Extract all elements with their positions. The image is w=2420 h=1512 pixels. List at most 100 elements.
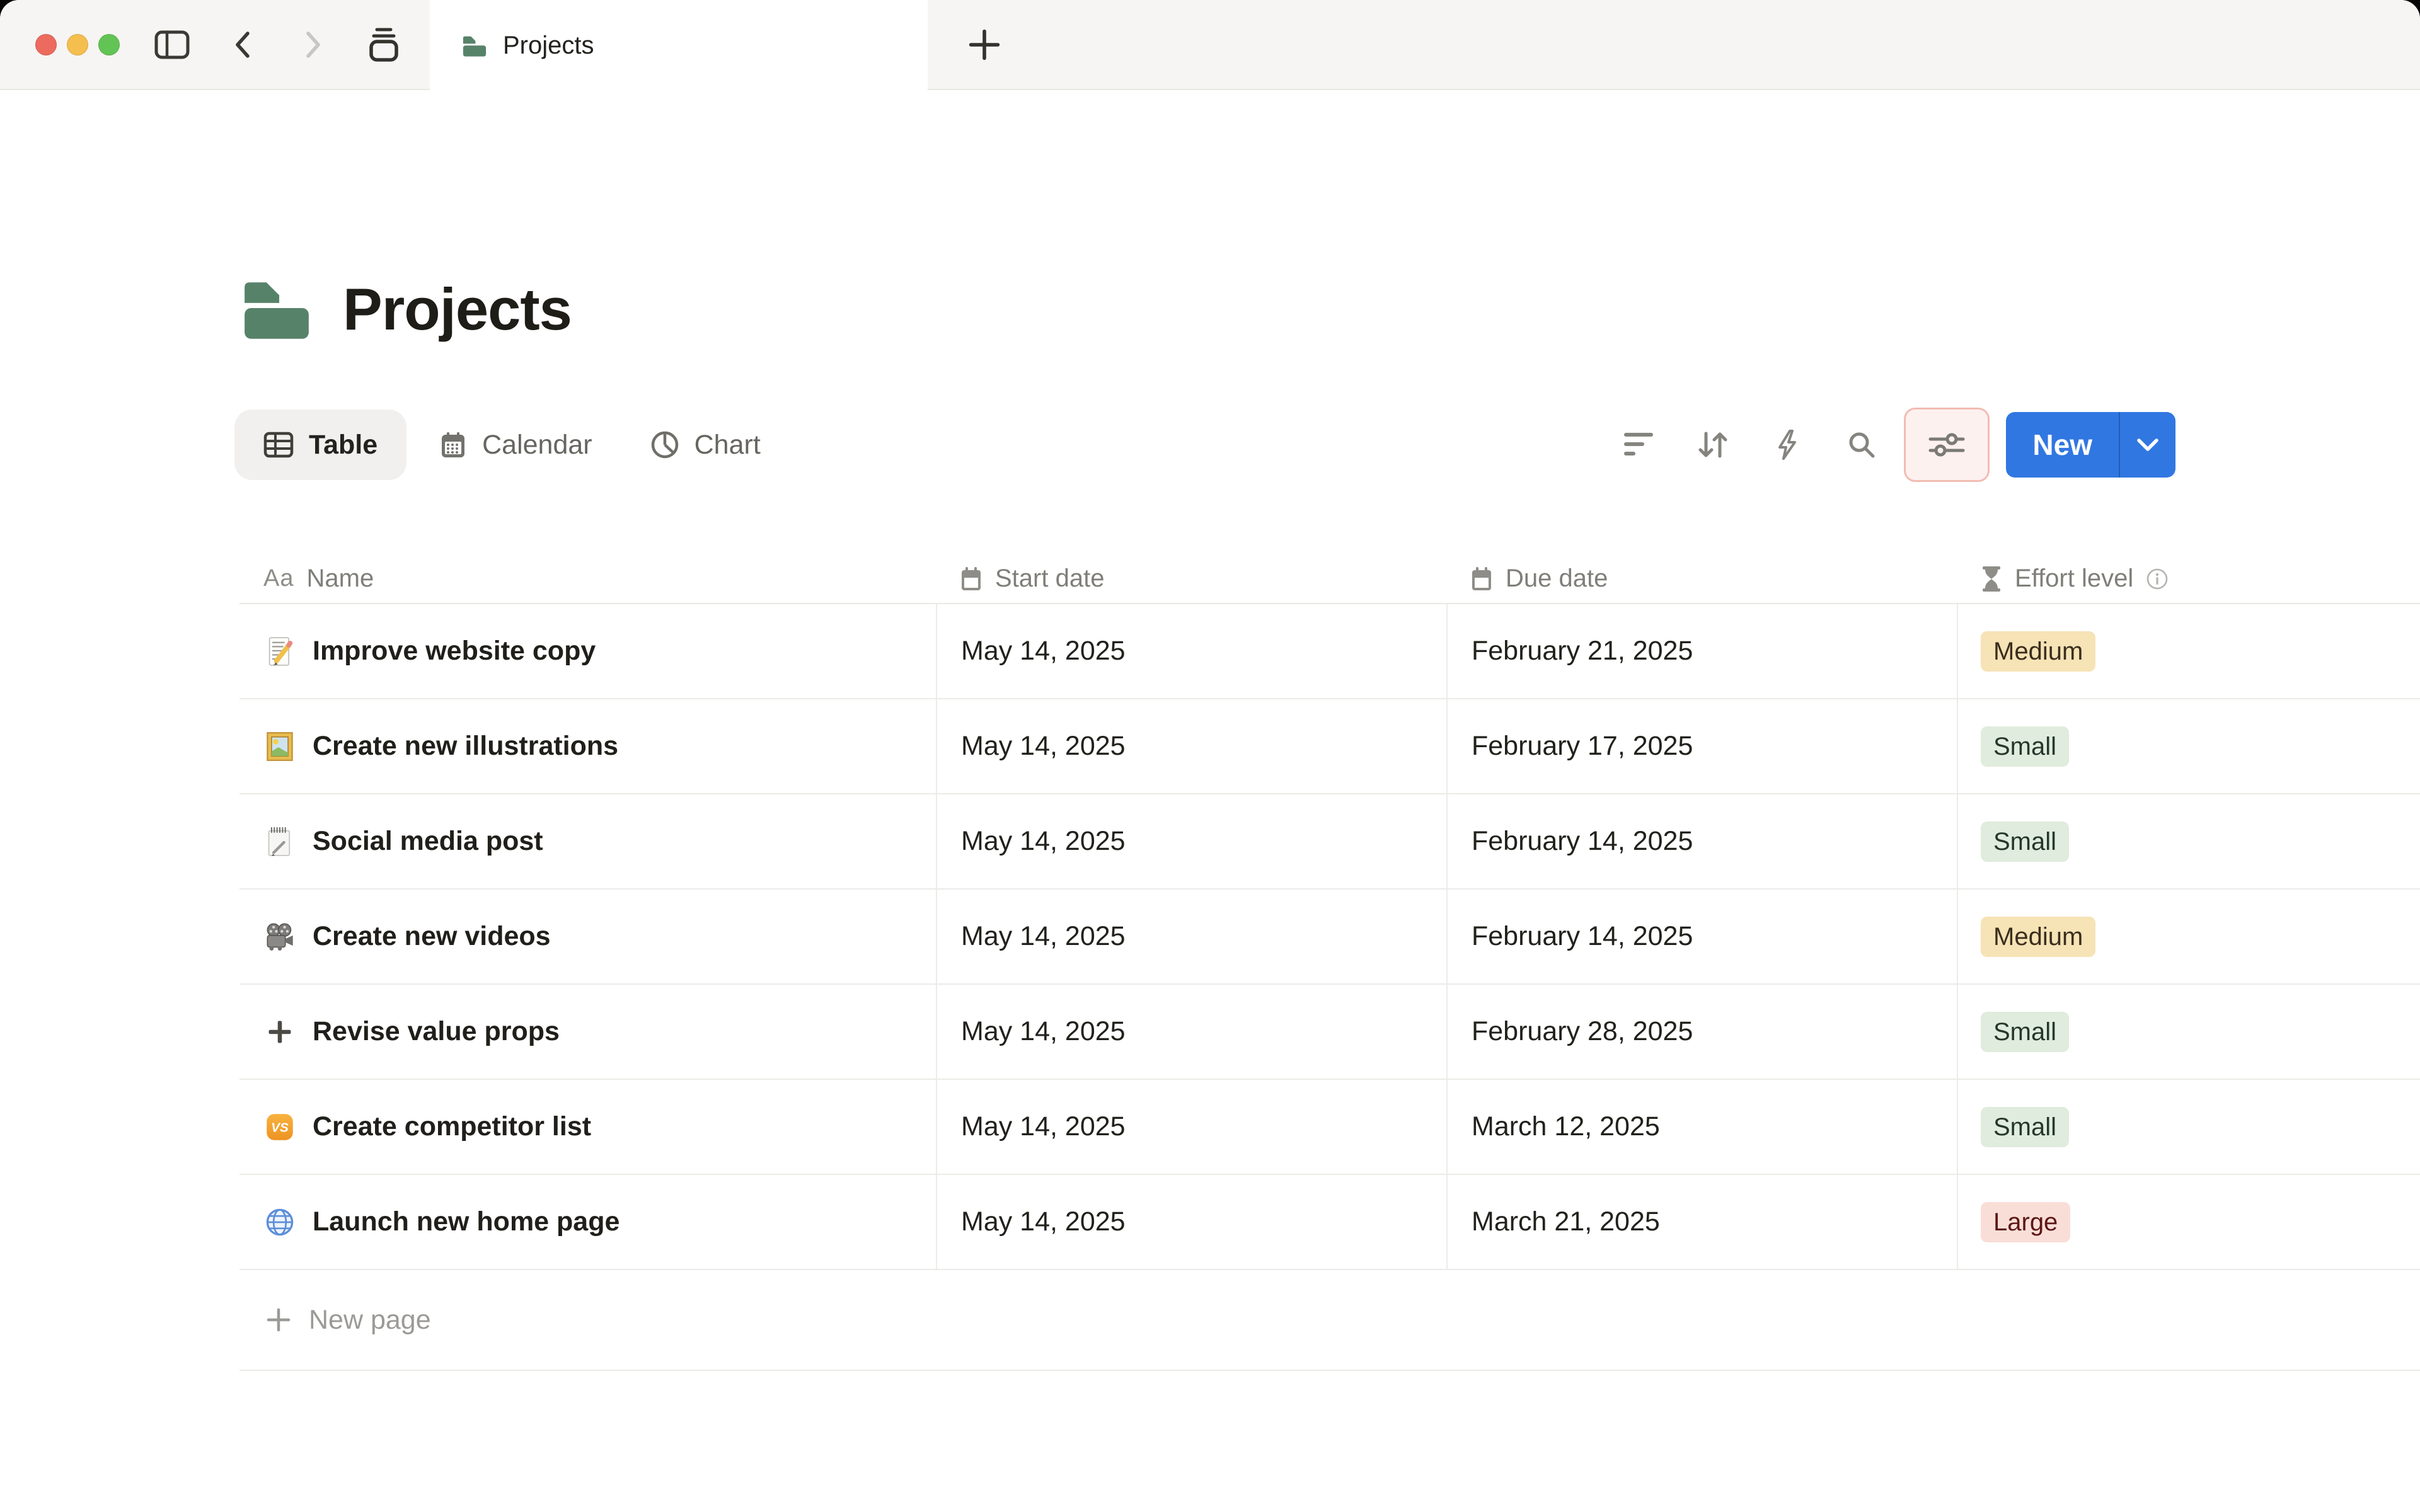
- start-date-cell[interactable]: May 14, 2025: [936, 794, 1446, 888]
- effort-level-cell[interactable]: Small: [1957, 794, 2420, 888]
- tab-bar: Projects: [0, 0, 2420, 91]
- sidebar-toggle-button[interactable]: [154, 26, 190, 63]
- column-label: Effort level: [2015, 564, 2134, 592]
- column-header-due-date[interactable]: Due date: [1446, 554, 1957, 603]
- name-cell[interactable]: Social media post: [239, 794, 936, 888]
- table-row[interactable]: Create new illustrations May 14, 2025 Fe…: [239, 699, 2420, 794]
- tab-calendar-view[interactable]: Calendar: [439, 430, 592, 461]
- start-date-cell[interactable]: May 14, 2025: [936, 699, 1446, 793]
- effort-level-cell[interactable]: Small: [1957, 699, 2420, 793]
- framed-picture-icon: [265, 731, 295, 762]
- effort-badge: Large: [1981, 1201, 2071, 1242]
- table-body: Improve website copy May 14, 2025 Februa…: [239, 604, 2420, 1270]
- name-cell[interactable]: Create new videos: [239, 890, 936, 983]
- row-title: Launch new home page: [313, 1206, 620, 1237]
- start-date-cell[interactable]: May 14, 2025: [936, 1175, 1446, 1269]
- column-label: Start date: [995, 564, 1105, 592]
- effort-level-cell[interactable]: Small: [1957, 1080, 2420, 1174]
- folder-icon[interactable]: [239, 276, 314, 343]
- minimize-window-button[interactable]: [67, 33, 88, 55]
- start-date-cell[interactable]: May 14, 2025: [936, 1080, 1446, 1174]
- calendar-icon: [960, 566, 982, 592]
- calendar-icon: [1470, 566, 1493, 592]
- app-window: Projects Projects Table Calendar Chart N…: [0, 0, 2420, 1512]
- start-date-cell[interactable]: May 14, 2025: [936, 604, 1446, 698]
- start-date-cell[interactable]: May 14, 2025: [936, 890, 1446, 983]
- back-button[interactable]: [224, 26, 261, 63]
- due-date-cell[interactable]: February 21, 2025: [1446, 604, 1957, 698]
- column-label: Name: [306, 564, 374, 592]
- effort-level-cell[interactable]: Large: [1957, 1175, 2420, 1269]
- window-controls: [35, 33, 120, 55]
- due-date-cell[interactable]: February 14, 2025: [1446, 794, 1957, 888]
- chevron-down-icon: [2136, 437, 2159, 452]
- search-button[interactable]: [1842, 425, 1881, 464]
- text-aa-icon: Aa: [263, 565, 294, 592]
- effort-level-cell[interactable]: Medium: [1957, 604, 2420, 698]
- effort-badge: Small: [1981, 726, 2070, 767]
- tab-label: Projects: [503, 32, 594, 59]
- table-row[interactable]: Social media post May 14, 2025 February …: [239, 794, 2420, 890]
- automation-button[interactable]: [1768, 425, 1807, 464]
- name-cell[interactable]: Improve website copy: [239, 604, 936, 698]
- due-date-cell[interactable]: February 28, 2025: [1446, 985, 1957, 1079]
- plus-icon: [265, 1306, 292, 1334]
- row-title: Improve website copy: [313, 636, 596, 666]
- movie-camera-icon: [265, 922, 295, 952]
- effort-badge: Small: [1981, 821, 2070, 862]
- name-cell[interactable]: Revise value props: [239, 985, 936, 1079]
- tab-projects[interactable]: Projects: [430, 0, 928, 91]
- view-settings-button[interactable]: [1904, 408, 1990, 482]
- new-button-group: New: [2006, 412, 2175, 478]
- info-icon[interactable]: [2146, 568, 2169, 590]
- tab-table-view[interactable]: Table: [234, 410, 407, 480]
- projects-table: Aa Name Start date Due date Effort level…: [239, 554, 2420, 1371]
- effort-badge: Small: [1981, 1106, 2070, 1147]
- memo-icon: [265, 636, 295, 667]
- name-cell[interactable]: Create new illustrations: [239, 699, 936, 793]
- page-title[interactable]: Projects: [343, 275, 572, 343]
- sort-button[interactable]: [1693, 425, 1732, 464]
- effort-level-cell[interactable]: Medium: [1957, 890, 2420, 983]
- column-header-effort-level[interactable]: Effort level: [1957, 554, 2420, 603]
- new-page-label: New page: [309, 1304, 431, 1335]
- close-window-button[interactable]: [35, 33, 57, 55]
- sliders-icon: [1927, 430, 1967, 460]
- plus-icon: [265, 1017, 295, 1047]
- table-row[interactable]: Launch new home page May 14, 2025 March …: [239, 1175, 2420, 1270]
- table-row[interactable]: Create new videos May 14, 2025 February …: [239, 890, 2420, 985]
- tab-stack-button[interactable]: [366, 26, 402, 63]
- new-dropdown-button[interactable]: [2120, 412, 2175, 478]
- pie-chart-icon: [650, 430, 679, 459]
- forward-button[interactable]: [295, 26, 331, 63]
- table-row[interactable]: Revise value props May 14, 2025 February…: [239, 985, 2420, 1080]
- new-tab-button[interactable]: [964, 25, 1005, 65]
- table-footer: New page: [239, 1270, 2420, 1371]
- tab-chart-view[interactable]: Chart: [650, 430, 761, 461]
- row-title: Revise value props: [313, 1016, 560, 1046]
- view-label: Table: [309, 429, 378, 460]
- due-date-cell[interactable]: February 17, 2025: [1446, 699, 1957, 793]
- calendar-icon: [439, 431, 467, 459]
- filter-button[interactable]: [1619, 425, 1658, 464]
- column-header-name[interactable]: Aa Name: [239, 554, 936, 603]
- start-date-cell[interactable]: May 14, 2025: [936, 985, 1446, 1079]
- spiral-notepad-icon: [265, 827, 295, 857]
- table-row[interactable]: Create competitor list May 14, 2025 Marc…: [239, 1080, 2420, 1175]
- due-date-cell[interactable]: February 14, 2025: [1446, 890, 1957, 983]
- row-title: Create competitor list: [313, 1111, 592, 1142]
- page-header: Projects: [239, 268, 2420, 350]
- row-title: Create new videos: [313, 921, 551, 951]
- effort-level-cell[interactable]: Small: [1957, 985, 2420, 1079]
- table-row[interactable]: Improve website copy May 14, 2025 Februa…: [239, 604, 2420, 699]
- due-date-cell[interactable]: March 12, 2025: [1446, 1080, 1957, 1174]
- name-cell[interactable]: Launch new home page: [239, 1175, 936, 1269]
- name-cell[interactable]: Create competitor list: [239, 1080, 936, 1174]
- zoom-window-button[interactable]: [98, 33, 120, 55]
- effort-badge: Small: [1981, 1011, 2070, 1052]
- column-header-start-date[interactable]: Start date: [936, 554, 1446, 603]
- vs-icon: [265, 1112, 295, 1142]
- new-button[interactable]: New: [2006, 412, 2119, 478]
- due-date-cell[interactable]: March 21, 2025: [1446, 1175, 1957, 1269]
- new-page-button[interactable]: New page: [239, 1270, 2420, 1370]
